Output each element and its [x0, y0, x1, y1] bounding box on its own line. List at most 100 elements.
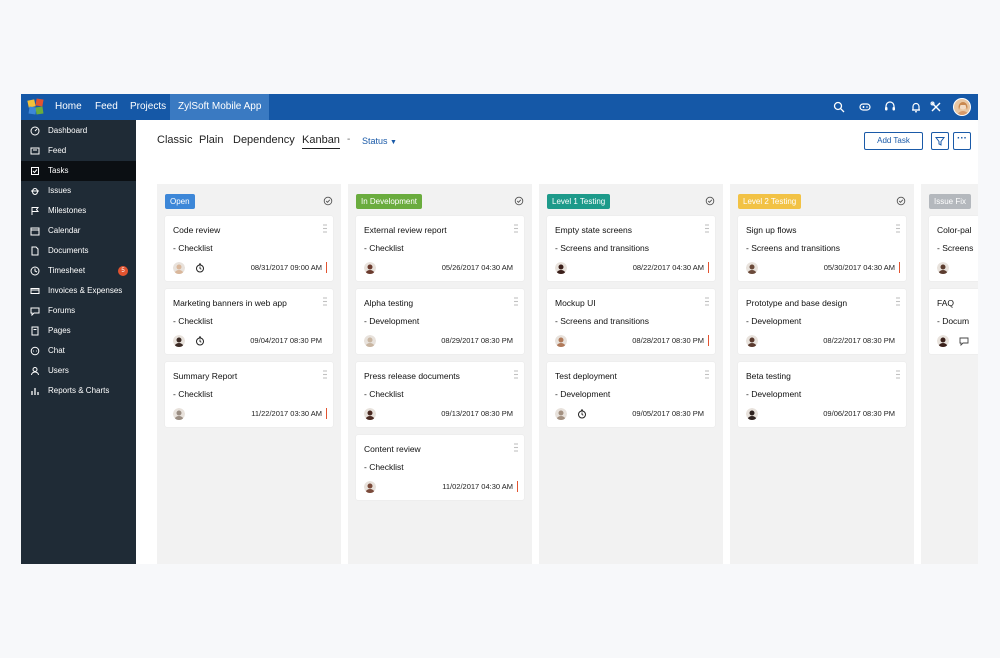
tools-icon[interactable] — [930, 101, 942, 113]
sidebar-item-reports-charts[interactable]: Reports & Charts — [21, 381, 136, 401]
tab-kanban[interactable]: Kanban — [302, 134, 340, 149]
assignee-avatar[interactable] — [555, 408, 567, 420]
support-icon[interactable] — [884, 101, 896, 113]
assignee-avatar[interactable] — [746, 408, 758, 420]
drag-handle-icon[interactable] — [323, 224, 327, 233]
app-logo-icon[interactable] — [27, 98, 45, 116]
task-title[interactable]: External review report — [364, 225, 447, 235]
timer-icon[interactable] — [577, 409, 587, 419]
nav-feed[interactable]: Feed — [95, 94, 118, 120]
task-title[interactable]: Code review — [173, 225, 220, 235]
sidebar-item-users[interactable]: Users — [21, 361, 136, 381]
assignee-avatar[interactable] — [173, 262, 185, 274]
drag-handle-icon[interactable] — [323, 297, 327, 306]
task-card[interactable]: Sign up flows - Screens and transitions 05… — [738, 216, 906, 281]
assignee-avatar[interactable] — [364, 481, 376, 493]
sidebar-item-invoices-expenses[interactable]: Invoices & Expenses — [21, 281, 136, 301]
bell-icon[interactable] — [910, 101, 922, 113]
drag-handle-icon[interactable] — [323, 370, 327, 379]
task-title[interactable]: FAQ — [937, 298, 954, 308]
assignee-avatar[interactable] — [937, 335, 949, 347]
more-options-button[interactable]: ··· — [953, 132, 971, 150]
task-title[interactable]: Alpha testing — [364, 298, 413, 308]
task-card[interactable]: Press release documents - Checklist 09/13/… — [356, 362, 524, 427]
drag-handle-icon[interactable] — [705, 370, 709, 379]
task-title[interactable]: Beta testing — [746, 371, 791, 381]
sidebar-item-documents[interactable]: Documents — [21, 241, 136, 261]
task-title[interactable]: Press release documents — [364, 371, 460, 381]
assignee-avatar[interactable] — [364, 262, 376, 274]
sidebar-item-forums[interactable]: Forums — [21, 301, 136, 321]
task-title[interactable]: Test deployment — [555, 371, 617, 381]
drag-handle-icon[interactable] — [514, 370, 518, 379]
group-by-dropdown[interactable]: Status ▼ — [362, 136, 397, 146]
task-card[interactable]: Content review - Checklist 11/02/2017 04:3… — [356, 435, 524, 500]
drag-handle-icon[interactable] — [896, 224, 900, 233]
drag-handle-icon[interactable] — [896, 297, 900, 306]
task-card[interactable]: Color-pal - Screens — [929, 216, 978, 281]
task-card[interactable]: FAQ - Docum — [929, 289, 978, 354]
sidebar-item-dashboard[interactable]: Dashboard — [21, 121, 136, 141]
assignee-avatar[interactable] — [364, 408, 376, 420]
column-status-label[interactable]: In Development — [356, 194, 423, 209]
nav-home[interactable]: Home — [55, 94, 82, 120]
column-settings-icon[interactable] — [323, 196, 333, 206]
column-status-label[interactable]: Level 2 Testing — [738, 194, 802, 209]
user-avatar[interactable] — [953, 98, 971, 116]
task-card[interactable]: Beta testing - Development 09/06/2017 08:3… — [738, 362, 906, 427]
task-title[interactable]: Prototype and base design — [746, 298, 847, 308]
sidebar-item-issues[interactable]: Issues — [21, 181, 136, 201]
sidebar-item-timesheet[interactable]: Timesheet 5 — [21, 261, 136, 281]
column-settings-icon[interactable] — [514, 196, 524, 206]
assignee-avatar[interactable] — [173, 408, 185, 420]
task-card[interactable]: Test deployment - Development 09/05/2017 0… — [547, 362, 715, 427]
tab-classic[interactable]: Classic — [157, 134, 192, 146]
task-title[interactable]: Color-pal — [937, 225, 972, 235]
timer-icon[interactable] — [195, 336, 205, 346]
task-card[interactable]: Summary Report - Checklist 11/22/2017 03:3… — [165, 362, 333, 427]
comment-icon[interactable] — [959, 336, 969, 346]
task-title[interactable]: Marketing banners in web app — [173, 298, 287, 308]
assignee-avatar[interactable] — [364, 335, 376, 347]
assignee-avatar[interactable] — [173, 335, 185, 347]
search-icon[interactable] — [833, 101, 845, 113]
drag-handle-icon[interactable] — [514, 224, 518, 233]
filter-button[interactable] — [931, 132, 949, 150]
tab-dependency[interactable]: Dependency — [233, 134, 295, 146]
task-title[interactable]: Sign up flows — [746, 225, 797, 235]
column-status-label[interactable]: Open — [165, 194, 195, 209]
task-title[interactable]: Content review — [364, 444, 421, 454]
sidebar-item-pages[interactable]: Pages — [21, 321, 136, 341]
task-card[interactable]: Prototype and base design - Development 08… — [738, 289, 906, 354]
timer-icon[interactable] — [195, 263, 205, 273]
column-status-label[interactable]: Issue Fix — [929, 194, 972, 209]
drag-handle-icon[interactable] — [514, 443, 518, 452]
column-status-label[interactable]: Level 1 Testing — [547, 194, 611, 209]
drag-handle-icon[interactable] — [705, 297, 709, 306]
add-task-button[interactable]: Add Task — [864, 132, 923, 150]
task-title[interactable]: Summary Report — [173, 371, 237, 381]
assignee-avatar[interactable] — [746, 335, 758, 347]
assignee-avatar[interactable] — [555, 335, 567, 347]
tab-plain[interactable]: Plain — [199, 134, 223, 146]
sidebar-item-calendar[interactable]: Calendar — [21, 221, 136, 241]
column-settings-icon[interactable] — [896, 196, 906, 206]
task-card[interactable]: Marketing banners in web app - Checklist 0… — [165, 289, 333, 354]
nav-active-project[interactable]: ZylSoft Mobile App — [170, 94, 270, 120]
drag-handle-icon[interactable] — [896, 370, 900, 379]
sidebar-item-milestones[interactable]: Milestones — [21, 201, 136, 221]
gamepad-icon[interactable] — [859, 101, 871, 113]
task-card[interactable]: Empty state screens - Screens and transit… — [547, 216, 715, 281]
task-title[interactable]: Mockup UI — [555, 298, 596, 308]
task-title[interactable]: Empty state screens — [555, 225, 632, 235]
task-card[interactable]: External review report - Checklist 05/26/2… — [356, 216, 524, 281]
task-card[interactable]: Mockup UI - Screens and transitions 08/28/… — [547, 289, 715, 354]
drag-handle-icon[interactable] — [514, 297, 518, 306]
drag-handle-icon[interactable] — [705, 224, 709, 233]
assignee-avatar[interactable] — [555, 262, 567, 274]
task-card[interactable]: Code review - Checklist 08/31/2017 09:00 A… — [165, 216, 333, 281]
assignee-avatar[interactable] — [937, 262, 949, 274]
sidebar-item-tasks[interactable]: Tasks — [21, 161, 136, 181]
sidebar-item-chat[interactable]: Chat — [21, 341, 136, 361]
column-settings-icon[interactable] — [705, 196, 715, 206]
